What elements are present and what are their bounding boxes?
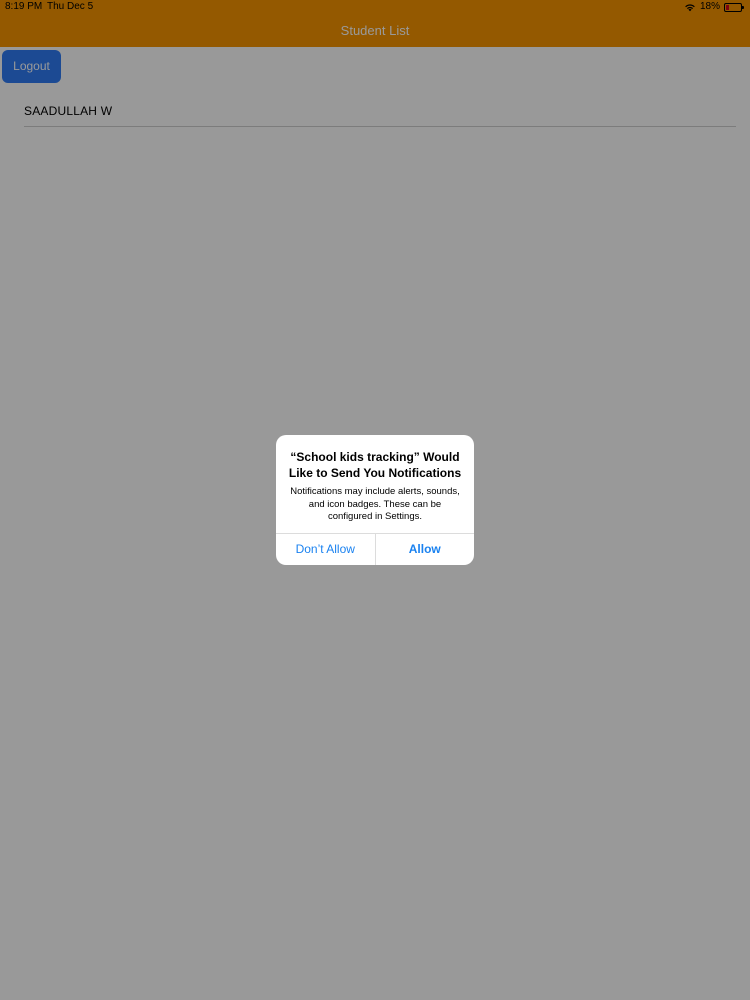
allow-button[interactable]: Allow xyxy=(376,534,475,565)
alert-actions: Don’t Allow Allow xyxy=(276,533,474,565)
notification-permission-alert: “School kids tracking” Would Like to Sen… xyxy=(276,435,474,565)
dont-allow-button[interactable]: Don’t Allow xyxy=(276,534,375,565)
app-screen: 8:19 PM Thu Dec 5 18% Student List Logou… xyxy=(0,0,750,1000)
alert-message: Notifications may include alerts, sounds… xyxy=(290,486,460,522)
alert-title: “School kids tracking” Would Like to Sen… xyxy=(288,450,462,480)
